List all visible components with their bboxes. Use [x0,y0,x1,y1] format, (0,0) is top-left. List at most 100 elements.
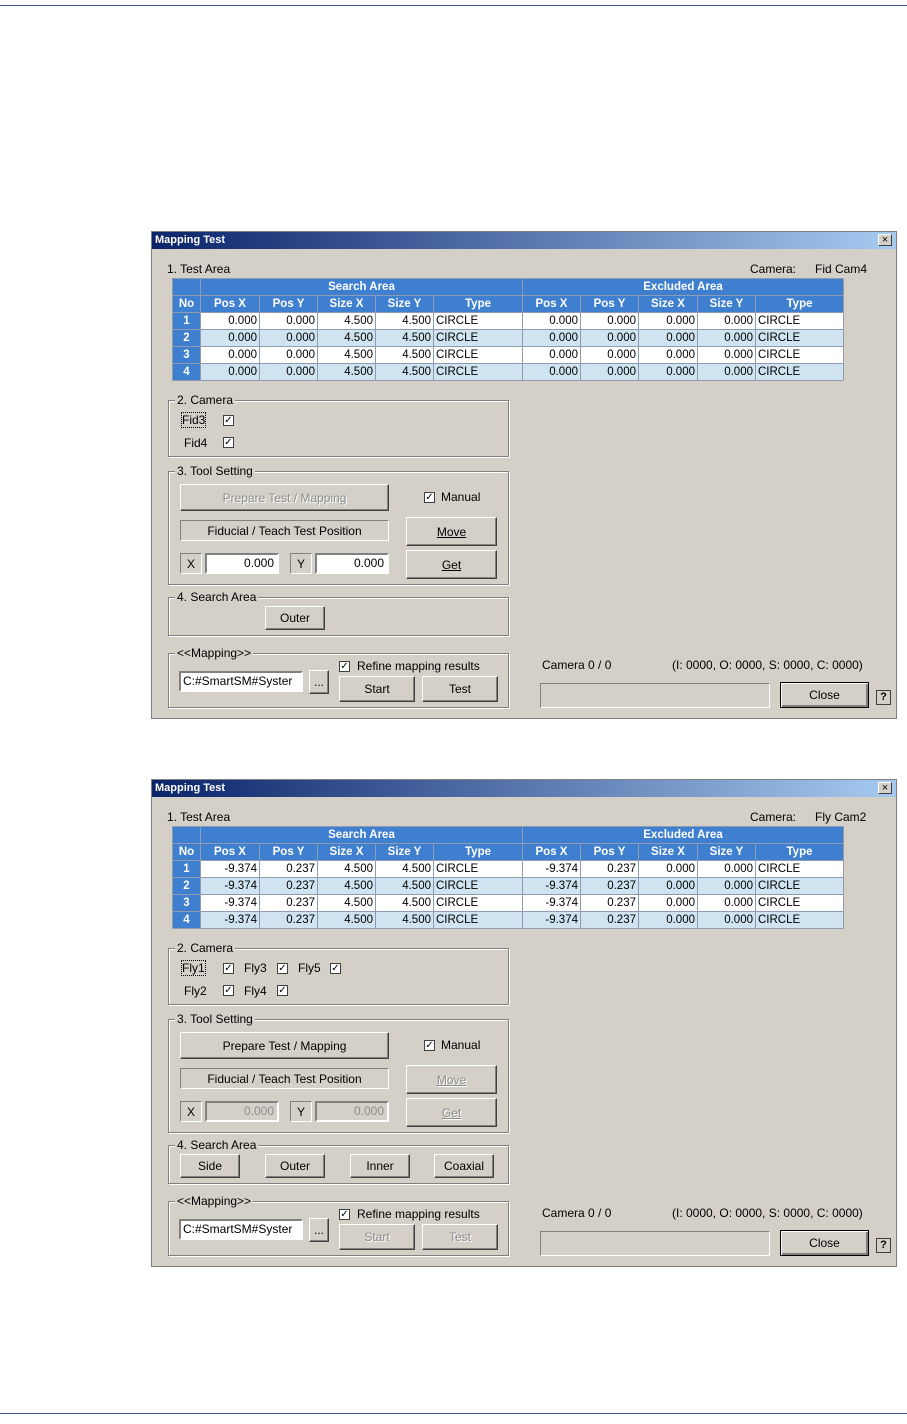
table-cell[interactable]: 0.000 [200,363,260,381]
outer-button[interactable]: Outer [265,606,325,630]
column-header[interactable]: Size X [638,295,698,313]
manual-label[interactable]: Manual [441,1038,480,1052]
table-cell[interactable]: 0.237 [259,860,318,878]
table-cell[interactable]: CIRCLE [755,312,844,330]
table-row[interactable]: 4 -9.374 0.237 4.500 4.500 CIRCLE -9.374 0.237 0… [172,911,844,929]
table-cell[interactable]: 0.000 [638,911,698,929]
table-cell[interactable]: CIRCLE [433,346,523,364]
x-input[interactable]: 0.000 [205,553,279,574]
column-header[interactable]: Pos Y [580,295,639,313]
table-cell[interactable]: 0.237 [580,894,639,912]
table-cell[interactable]: 4.500 [317,877,376,895]
mapping-path-input[interactable]: C:#SmartSM#Syster [179,671,303,692]
table-cell[interactable]: 4.500 [317,329,376,347]
table-cell[interactable]: 0.000 [522,363,581,381]
table-cell[interactable]: 4.500 [375,877,434,895]
table-row[interactable]: 4 0.000 0.000 4.500 4.500 CIRCLE 0.000 0.000 0.0… [172,363,844,381]
browse-button[interactable]: ... [309,1218,329,1242]
table-cell[interactable]: 4.500 [375,860,434,878]
column-header[interactable]: Size X [638,843,698,861]
fly3-checkbox[interactable]: ✓ [277,963,288,974]
fly5-label[interactable]: Fly5 [298,961,321,975]
table-cell[interactable]: -9.374 [522,894,581,912]
table-cell[interactable]: 4.500 [375,312,434,330]
fid3-checkbox[interactable]: ✓ [223,415,234,426]
table-cell[interactable]: 0.000 [697,329,756,347]
table-cell[interactable]: CIRCLE [433,312,523,330]
mapping-path-input[interactable]: C:#SmartSM#Syster [179,1219,303,1240]
table-cell[interactable]: 0.000 [200,329,260,347]
table-cell[interactable]: CIRCLE [755,860,844,878]
table-cell[interactable]: 0.237 [259,911,318,929]
table-cell[interactable]: 4.500 [317,860,376,878]
table-cell[interactable]: CIRCLE [433,911,523,929]
close-icon[interactable]: × [878,782,892,794]
column-header[interactable]: Type [433,843,523,861]
close-icon[interactable]: × [878,234,892,246]
move-button[interactable]: Move [406,517,497,546]
start-button[interactable]: Start [339,1224,415,1250]
help-icon[interactable]: ? [876,1238,891,1253]
table-cell[interactable]: 0.237 [259,894,318,912]
fid4-checkbox[interactable]: ✓ [223,437,234,448]
table-cell[interactable]: CIRCLE [433,860,523,878]
table-cell[interactable]: 0.000 [259,312,318,330]
column-header[interactable]: Size Y [697,295,756,313]
column-header[interactable]: Pos Y [580,843,639,861]
x-input[interactable]: 0.000 [205,1101,279,1122]
table-cell[interactable]: -9.374 [522,877,581,895]
coaxial-button[interactable]: Coaxial [434,1154,494,1178]
manual-checkbox[interactable]: ✓ [424,492,435,503]
table-cell[interactable]: -9.374 [200,860,260,878]
table-cell[interactable]: 4.500 [317,363,376,381]
column-header[interactable]: Size Y [375,843,434,861]
table-row[interactable]: 2 0.000 0.000 4.500 4.500 CIRCLE 0.000 0.000 0.0… [172,329,844,347]
column-header[interactable]: Pos X [200,295,260,313]
column-header[interactable]: No [172,843,201,861]
column-header[interactable]: Pos Y [259,295,318,313]
table-cell[interactable]: 0.000 [697,894,756,912]
table-cell[interactable]: CIRCLE [433,329,523,347]
fly5-checkbox[interactable]: ✓ [330,963,341,974]
row-number[interactable]: 4 [172,911,201,929]
table-cell[interactable]: 4.500 [317,312,376,330]
table-cell[interactable]: 0.000 [638,346,698,364]
browse-button[interactable]: ... [309,670,329,694]
column-header[interactable]: Size Y [375,295,434,313]
table-cell[interactable]: 4.500 [375,329,434,347]
prepare-test-mapping-button[interactable]: Prepare Test / Mapping [180,1032,389,1059]
row-number[interactable]: 1 [172,312,201,330]
column-header[interactable]: Size X [317,843,376,861]
table-cell[interactable]: 0.237 [580,860,639,878]
manual-label[interactable]: Manual [441,490,480,504]
table-cell[interactable]: 0.000 [259,346,318,364]
table-cell[interactable]: 0.000 [522,312,581,330]
table-cell[interactable]: 0.000 [638,363,698,381]
table-cell[interactable]: 0.000 [697,363,756,381]
table-cell[interactable]: 0.000 [638,312,698,330]
fly3-label[interactable]: Fly3 [244,961,267,975]
table-cell[interactable]: CIRCLE [433,363,523,381]
column-header[interactable]: Type [755,295,844,313]
table-cell[interactable]: 0.000 [259,329,318,347]
close-button[interactable]: Close [780,682,869,708]
column-header[interactable]: Size Y [697,843,756,861]
column-header[interactable]: Pos X [200,843,260,861]
fly2-label[interactable]: Fly2 [184,984,207,998]
table-cell[interactable]: 4.500 [317,911,376,929]
inner-button[interactable]: Inner [350,1154,410,1178]
table-cell[interactable]: 0.000 [259,363,318,381]
table-cell[interactable]: 0.000 [697,877,756,895]
fly2-checkbox[interactable]: ✓ [223,985,234,996]
row-number[interactable]: 4 [172,363,201,381]
column-header[interactable]: Type [433,295,523,313]
table-cell[interactable]: 0.000 [200,312,260,330]
prepare-test-mapping-button[interactable]: Prepare Test / Mapping [180,484,389,511]
y-input[interactable]: 0.000 [315,1101,389,1122]
table-cell[interactable]: 0.000 [522,346,581,364]
table-cell[interactable]: CIRCLE [433,894,523,912]
table-cell[interactable]: CIRCLE [755,329,844,347]
row-number[interactable]: 3 [172,346,201,364]
refine-label[interactable]: Refine mapping results [357,659,480,673]
column-header[interactable]: Pos Y [259,843,318,861]
